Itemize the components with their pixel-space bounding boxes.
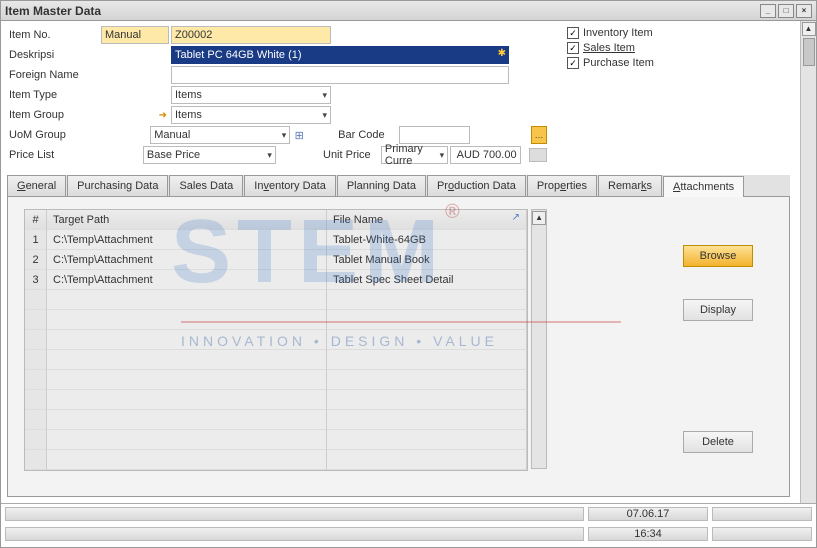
- tab-production[interactable]: Production Data: [427, 175, 526, 196]
- display-button[interactable]: Display: [683, 299, 753, 321]
- attachments-pane: # Target Path File Name ↗ 1C:\Temp\Attac…: [7, 197, 790, 497]
- link-arrow-icon[interactable]: ➜: [155, 110, 167, 121]
- maximize-button[interactable]: □: [778, 4, 794, 18]
- tab-general[interactable]: General: [7, 175, 66, 196]
- sales-item-checkbox[interactable]: ✓Sales Item: [567, 42, 654, 54]
- table-row[interactable]: [25, 310, 527, 330]
- table-row[interactable]: [25, 370, 527, 390]
- uom-group-label: UoM Group: [7, 129, 87, 141]
- table-row[interactable]: 2C:\Temp\AttachmentTablet Manual Book: [25, 250, 527, 270]
- description-input[interactable]: Tablet PC 64GB White (1) ✱: [171, 46, 509, 64]
- inventory-item-checkbox[interactable]: ✓Inventory Item: [567, 27, 654, 39]
- barcode-input[interactable]: [399, 126, 470, 144]
- col-num[interactable]: #: [25, 210, 47, 230]
- tab-attachments[interactable]: Attachments: [663, 176, 744, 197]
- item-type-select[interactable]: Items: [171, 86, 331, 104]
- tab-purchasing[interactable]: Purchasing Data: [67, 175, 168, 196]
- unit-price-currency-select[interactable]: Primary Curre: [381, 146, 448, 164]
- tab-sales[interactable]: Sales Data: [169, 175, 243, 196]
- description-label: Deskripsi: [7, 49, 99, 61]
- table-row[interactable]: 1C:\Temp\AttachmentTablet-White-64GB: [25, 230, 527, 250]
- table-row[interactable]: [25, 430, 527, 450]
- status-bar-2: [5, 527, 584, 541]
- table-row[interactable]: [25, 450, 527, 470]
- unit-price-label: Unit Price: [321, 149, 379, 161]
- foreign-name-label: Foreign Name: [7, 69, 99, 81]
- tab-planning[interactable]: Planning Data: [337, 175, 426, 196]
- price-list-select[interactable]: Base Price: [143, 146, 276, 164]
- purchase-item-checkbox[interactable]: ✓Purchase Item: [567, 57, 654, 69]
- scroll-up-icon[interactable]: ▲: [802, 22, 816, 36]
- tab-properties[interactable]: Properties: [527, 175, 597, 196]
- item-no-input[interactable]: Z00002: [171, 26, 331, 44]
- uom-group-select[interactable]: Manual: [150, 126, 290, 144]
- price-details-button[interactable]: [529, 148, 547, 162]
- browse-button[interactable]: Browse: [683, 245, 753, 267]
- table-row[interactable]: [25, 330, 527, 350]
- vertical-scrollbar[interactable]: ▲: [800, 21, 816, 547]
- table-row[interactable]: [25, 350, 527, 370]
- price-list-label: Price List: [7, 149, 83, 161]
- status-slot-2: [712, 527, 812, 541]
- grid-scrollbar[interactable]: ▲: [531, 209, 547, 469]
- table-row[interactable]: [25, 290, 527, 310]
- scroll-up-icon[interactable]: ▲: [532, 211, 546, 225]
- uom-details-icon[interactable]: ⊞: [292, 129, 306, 142]
- scroll-thumb[interactable]: [803, 38, 815, 66]
- foreign-name-input[interactable]: [171, 66, 509, 84]
- tab-strip: General Purchasing Data Sales Data Inven…: [7, 175, 790, 197]
- barcode-cfl-button[interactable]: …: [531, 126, 547, 144]
- tab-inventory[interactable]: Inventory Data: [244, 175, 336, 196]
- table-row[interactable]: 3C:\Temp\AttachmentTablet Spec Sheet Det…: [25, 270, 527, 290]
- unit-price-input[interactable]: AUD 700.00: [450, 146, 520, 164]
- status-slot-1: [712, 507, 812, 521]
- item-type-label: Item Type: [7, 89, 99, 101]
- close-button[interactable]: ×: [796, 4, 812, 18]
- attachments-grid: # Target Path File Name ↗ 1C:\Temp\Attac…: [24, 209, 528, 471]
- col-target-path[interactable]: Target Path: [47, 210, 327, 230]
- col-file-name[interactable]: File Name ↗: [327, 210, 527, 230]
- item-group-select[interactable]: Items: [171, 106, 331, 124]
- item-no-label: Item No.: [7, 29, 99, 41]
- expand-icon[interactable]: ↗: [512, 212, 520, 223]
- item-no-mode-select[interactable]: Manual: [101, 26, 169, 44]
- status-bar-1: [5, 507, 584, 521]
- status-bar: 07.06.17 16:34: [1, 503, 816, 547]
- choose-from-list-icon[interactable]: ✱: [498, 48, 506, 59]
- delete-button[interactable]: Delete: [683, 431, 753, 453]
- status-date: 07.06.17: [588, 507, 708, 521]
- table-row[interactable]: [25, 410, 527, 430]
- table-row[interactable]: [25, 390, 527, 410]
- tab-remarks[interactable]: Remarks: [598, 175, 662, 196]
- window-title: Item Master Data: [5, 4, 758, 18]
- barcode-label: Bar Code: [336, 129, 397, 141]
- minimize-button[interactable]: _: [760, 4, 776, 18]
- status-time: 16:34: [588, 527, 708, 541]
- titlebar: Item Master Data _ □ ×: [1, 1, 816, 21]
- item-group-label: Item Group: [7, 109, 99, 121]
- form-area: Item No. Manual Z00002 Deskripsi Tablet …: [1, 21, 796, 489]
